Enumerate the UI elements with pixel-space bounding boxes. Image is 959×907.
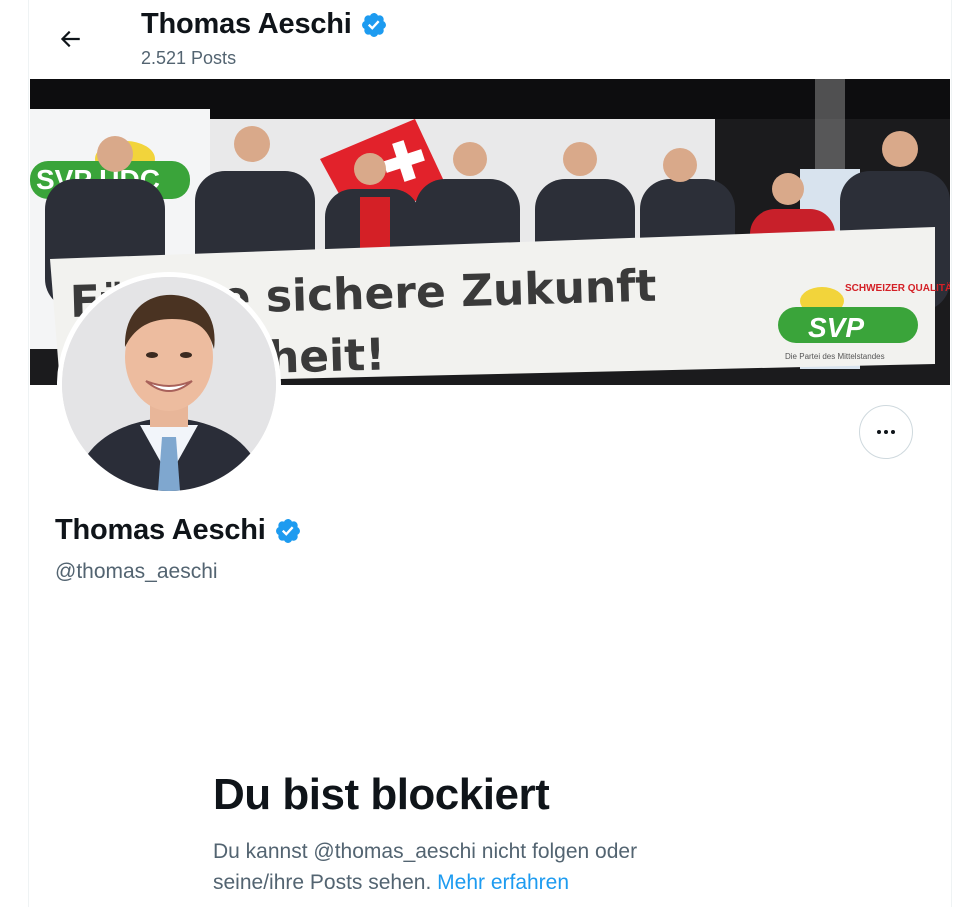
profile-name: Thomas Aeschi bbox=[55, 514, 302, 547]
avatar[interactable] bbox=[57, 272, 281, 496]
header-name: Thomas Aeschi bbox=[141, 8, 352, 40]
more-options-button[interactable] bbox=[859, 405, 913, 459]
banner-logo-top: SCHWEIZER QUALITÄT bbox=[845, 281, 950, 294]
header-title: Thomas Aeschi bbox=[141, 8, 388, 41]
avatar-photo bbox=[62, 277, 276, 491]
verified-badge-icon bbox=[361, 12, 386, 37]
profile-handle: @thomas_aeschi bbox=[55, 560, 218, 583]
back-button[interactable] bbox=[49, 18, 91, 60]
banner-slogan-line2: heit! bbox=[267, 329, 386, 383]
blocked-description: Du kannst @thomas_aeschi nicht folgen od… bbox=[213, 836, 733, 898]
profile-column: Thomas Aeschi 2.521 Posts SVP UDC bbox=[28, 0, 952, 907]
banner-logo-text: SVP bbox=[808, 312, 864, 343]
blocked-text: Du kannst @thomas_aeschi nicht folgen od… bbox=[213, 840, 638, 894]
blocked-title: Du bist blockiert bbox=[213, 770, 550, 819]
verified-badge-icon bbox=[275, 518, 300, 543]
banner-logo-sub: Die Partei des Mittelstandes bbox=[785, 352, 885, 361]
more-horizontal-icon bbox=[877, 430, 895, 434]
profile-name-text: Thomas Aeschi bbox=[55, 514, 266, 546]
learn-more-link[interactable]: Mehr erfahren bbox=[437, 871, 569, 894]
post-count: 2.521 Posts bbox=[141, 48, 237, 68]
arrow-left-icon bbox=[60, 30, 80, 48]
